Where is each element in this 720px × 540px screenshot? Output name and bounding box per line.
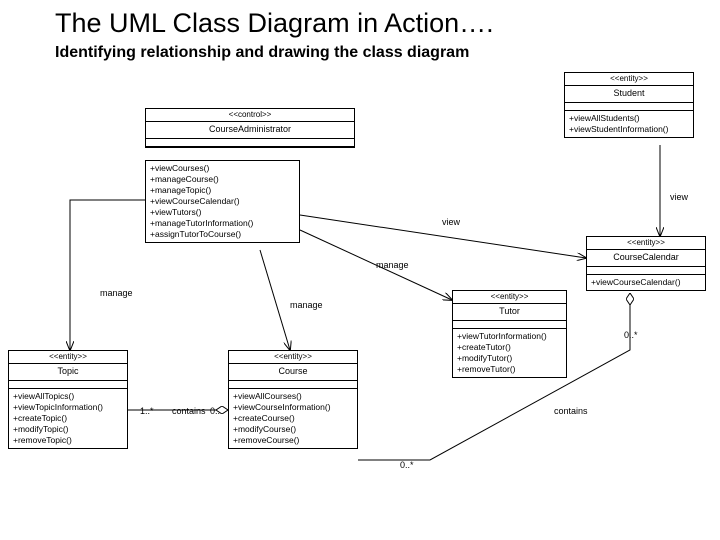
op: +createTutor() bbox=[457, 342, 562, 353]
label-view: view bbox=[442, 217, 460, 227]
class-name: Student bbox=[565, 86, 693, 103]
class-student: <<entity>> Student +viewAllStudents() +v… bbox=[564, 72, 694, 138]
op: +viewAllCourses() bbox=[233, 391, 353, 402]
label-manage: manage bbox=[100, 288, 133, 298]
op: +createCourse() bbox=[233, 413, 353, 424]
stereotype-entity: <<entity>> bbox=[453, 291, 566, 304]
op: +modifyCourse() bbox=[233, 424, 353, 435]
op: +viewStudentInformation() bbox=[569, 124, 689, 135]
op: +removeCourse() bbox=[233, 435, 353, 446]
class-course-calendar: <<entity>> CourseCalendar +viewCourseCal… bbox=[586, 236, 706, 291]
op: +viewCourseCalendar() bbox=[591, 277, 701, 288]
class-name: CourseCalendar bbox=[587, 250, 705, 267]
op: +viewTopicInformation() bbox=[13, 402, 123, 413]
class-course-administrator: <<control>> CourseAdministrator bbox=[145, 108, 355, 148]
op: +manageTutorInformation() bbox=[150, 218, 295, 229]
class-topic: <<entity>> Topic +viewAllTopics() +viewT… bbox=[8, 350, 128, 449]
class-name: Course bbox=[229, 364, 357, 381]
stereotype-control: <<control>> bbox=[146, 109, 354, 122]
multiplicity: 1..* bbox=[140, 406, 154, 416]
multiplicity: 0..* bbox=[210, 406, 224, 416]
class-tutor: <<entity>> Tutor +viewTutorInformation()… bbox=[452, 290, 567, 378]
op: +viewAllTopics() bbox=[13, 391, 123, 402]
label-view: view bbox=[670, 192, 688, 202]
multiplicity: 0..* bbox=[400, 460, 414, 470]
op: +assignTutorToCourse() bbox=[150, 229, 295, 240]
op: +viewCourses() bbox=[150, 163, 295, 174]
stereotype-entity: <<entity>> bbox=[587, 237, 705, 250]
op: +createTopic() bbox=[13, 413, 123, 424]
op: +removeTopic() bbox=[13, 435, 123, 446]
class-name: Tutor bbox=[453, 304, 566, 321]
op: +viewCourseInformation() bbox=[233, 402, 353, 413]
op: +removeTutor() bbox=[457, 364, 562, 375]
label-manage: manage bbox=[376, 260, 409, 270]
class-name: Topic bbox=[9, 364, 127, 381]
class-course-administrator-ops: +viewCourses() +manageCourse() +manageTo… bbox=[145, 160, 300, 243]
op: +manageTopic() bbox=[150, 185, 295, 196]
multiplicity: 0..* bbox=[624, 330, 638, 340]
op: +manageCourse() bbox=[150, 174, 295, 185]
stereotype-entity: <<entity>> bbox=[9, 351, 127, 364]
class-course: <<entity>> Course +viewAllCourses() +vie… bbox=[228, 350, 358, 449]
op: +modifyTopic() bbox=[13, 424, 123, 435]
label-contains: contains bbox=[172, 406, 206, 416]
page-title: The UML Class Diagram in Action…. bbox=[55, 8, 494, 39]
stereotype-entity: <<entity>> bbox=[229, 351, 357, 364]
page-subtitle: Identifying relationship and drawing the… bbox=[55, 44, 469, 62]
stereotype-entity: <<entity>> bbox=[565, 73, 693, 86]
label-contains: contains bbox=[554, 406, 588, 416]
op: +viewTutors() bbox=[150, 207, 295, 218]
op: +viewCourseCalendar() bbox=[150, 196, 295, 207]
label-manage: manage bbox=[290, 300, 323, 310]
class-name: CourseAdministrator bbox=[146, 122, 354, 139]
op: +modifyTutor() bbox=[457, 353, 562, 364]
op: +viewAllStudents() bbox=[569, 113, 689, 124]
op: +viewTutorInformation() bbox=[457, 331, 562, 342]
